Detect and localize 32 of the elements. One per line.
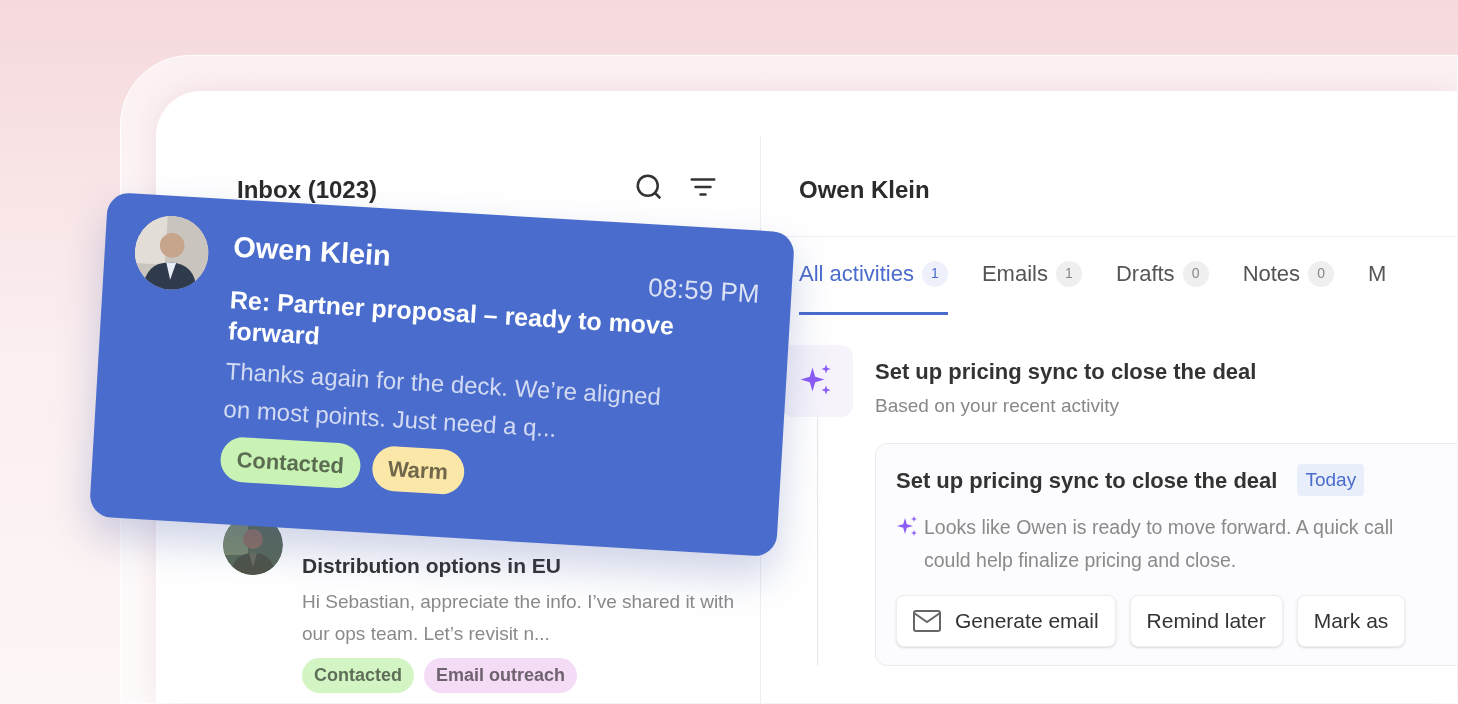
count-badge: 0 <box>1182 260 1209 287</box>
date-badge: Today <box>1297 463 1365 497</box>
search-icon[interactable] <box>634 172 664 202</box>
tab-label: M <box>1368 260 1387 288</box>
activity-tab[interactable]: Emails 1 <box>981 257 1082 315</box>
task-message: Looks like Owen is ready to move forward. A quick call could help finalize pricing and close. <box>924 514 1395 573</box>
action-button[interactable]: Generate email <box>896 594 1116 647</box>
status-tag: Warm <box>370 445 466 496</box>
mail-icon <box>913 609 941 632</box>
task-title: Set up pricing sync to close the deal <box>896 466 1278 495</box>
activity-tab[interactable]: All activities 1 <box>799 257 948 315</box>
message-preview: Hi Sebastian, appreciate the info. I’ve shared it with our ops team. Let’s revisit n... <box>302 589 735 646</box>
status-tag: Contacted <box>219 436 362 490</box>
status-tag: Contacted <box>302 657 414 693</box>
tab-label: Drafts <box>1115 260 1175 288</box>
count-badge: 1 <box>1055 260 1082 287</box>
suggestion-subtitle: Based on your recent activity <box>875 394 1120 418</box>
message-time: 08:59 PM <box>647 271 761 311</box>
status-tag: Email outreach <box>424 657 578 693</box>
suggestion-title: Set up pricing sync to close the deal <box>875 358 1258 386</box>
count-badge: 1 <box>921 260 948 287</box>
action-button[interactable]: Mark as <box>1296 594 1406 647</box>
count-badge: 0 <box>1308 260 1335 287</box>
sender-name: Owen Klein <box>231 229 393 274</box>
action-button[interactable]: Remind later <box>1129 594 1283 647</box>
activity-tab[interactable]: M <box>1368 257 1387 315</box>
activity-tab[interactable]: Notes 0 <box>1242 257 1335 315</box>
tab-label: Notes <box>1242 260 1301 288</box>
tab-label: All activities <box>799 260 914 288</box>
contact-name: Owen Klein <box>799 175 930 205</box>
activity-tab[interactable]: Drafts 0 <box>1115 257 1209 315</box>
tab-label: Emails <box>981 260 1048 288</box>
